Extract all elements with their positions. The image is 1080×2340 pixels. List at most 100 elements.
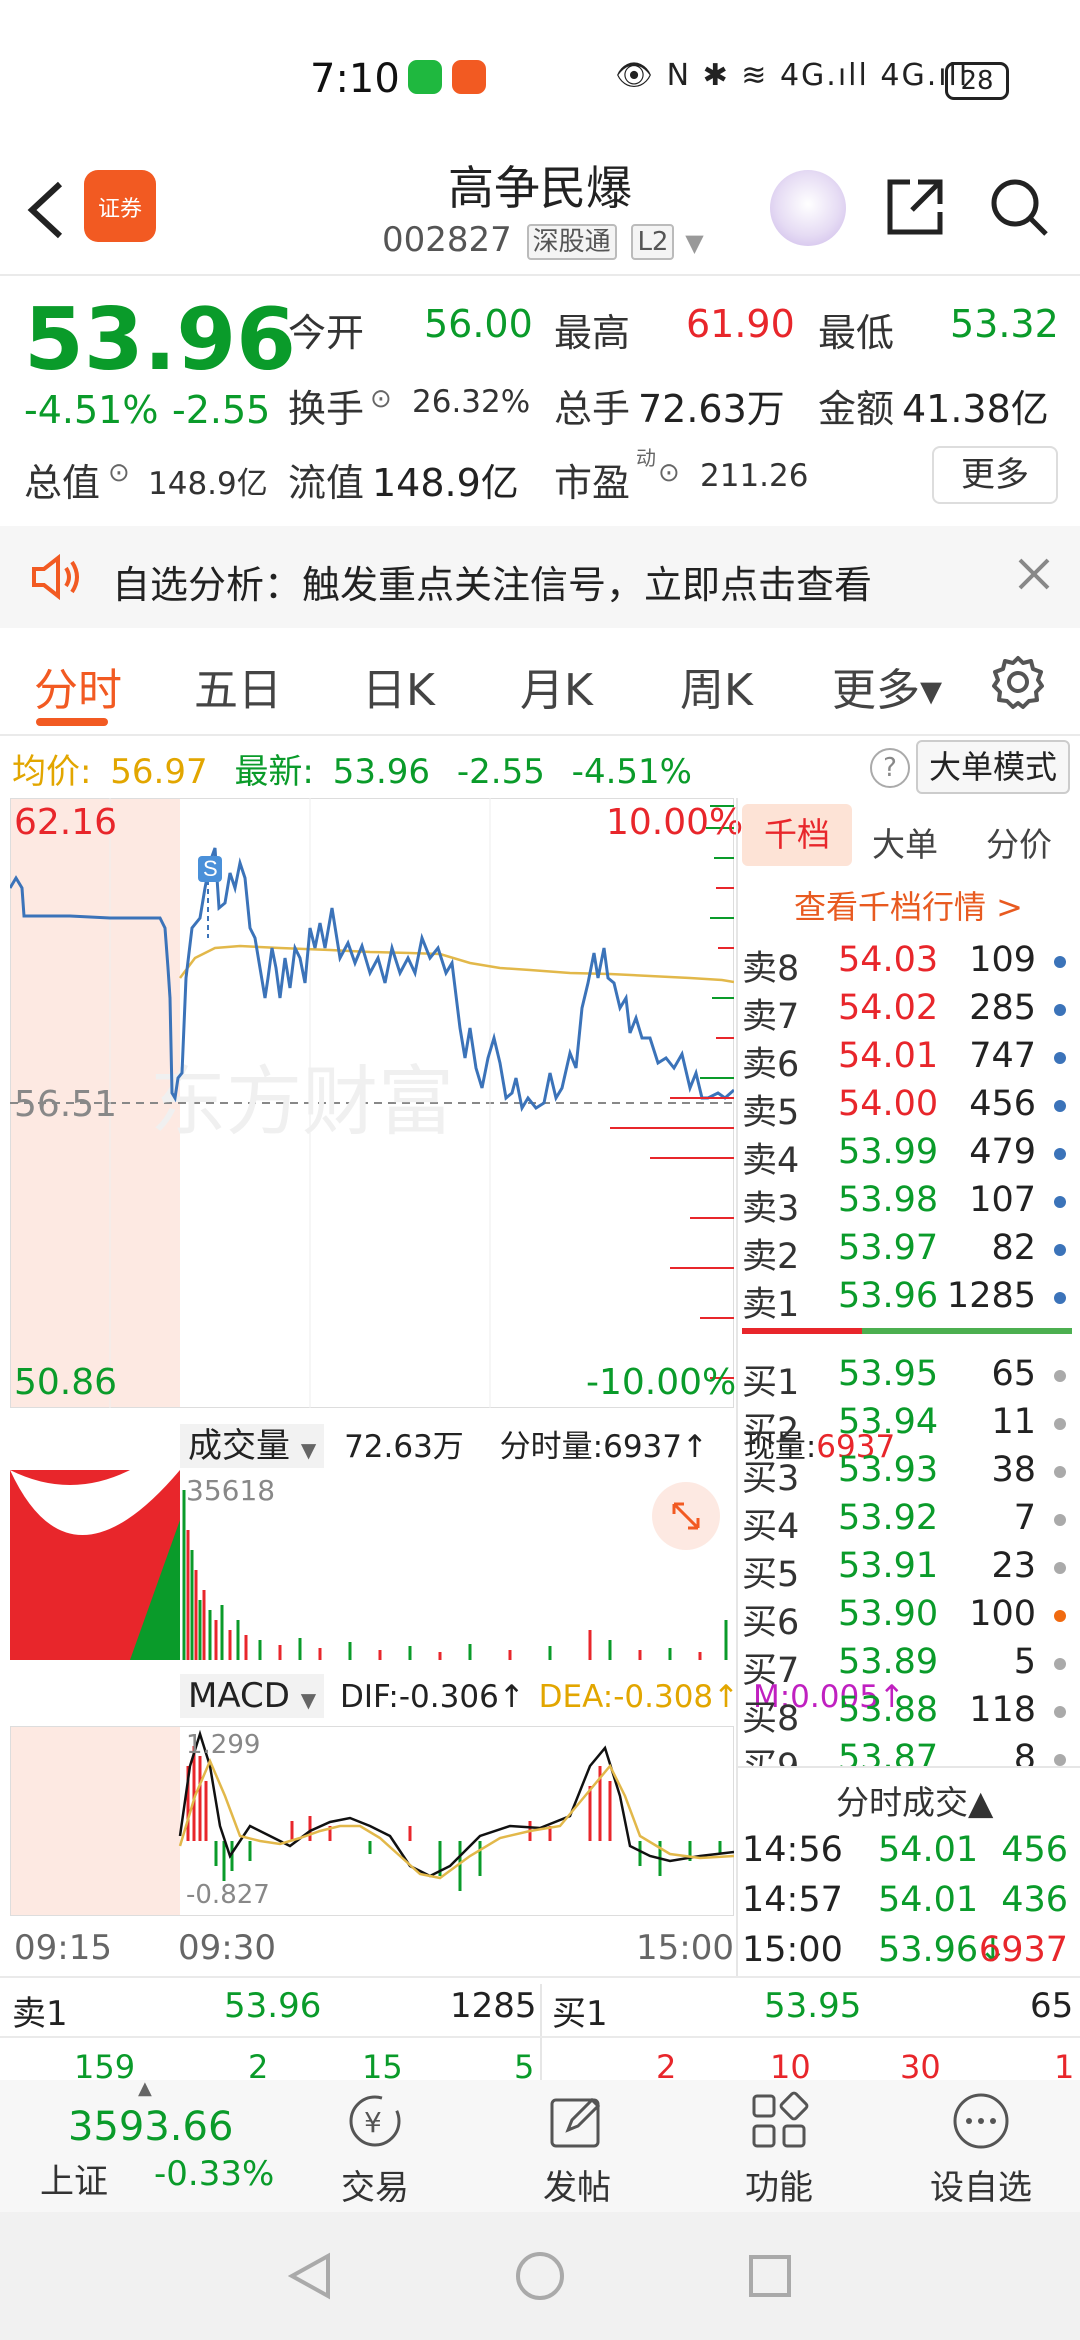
notice-text[interactable]: 自选分析：触发重点关注信号，立即点击查看 (112, 554, 872, 609)
chevron-up-icon[interactable]: ▲ (138, 2078, 152, 2099)
macd-chart[interactable] (10, 1726, 734, 1916)
macd-dif: DIF:-0.306↑ (339, 1679, 525, 1715)
latest-label: 最新: (234, 752, 314, 792)
float-label: 流值 (288, 461, 365, 505)
pe-label: 市盈 (554, 461, 631, 505)
gear-icon[interactable] (990, 654, 1046, 710)
tab-price-distribution[interactable]: 分价 (986, 818, 1052, 866)
ask-row[interactable]: 卖1 53.96 1285 (742, 1276, 1072, 1325)
nav-trade[interactable]: 交易 (310, 2160, 440, 2209)
high-value: 61.90 (686, 302, 795, 346)
macd-selector[interactable]: MACD ▼ (180, 1674, 325, 1718)
volume-chart[interactable] (10, 1470, 734, 1660)
ask-row[interactable]: 卖4 53.99 479 (742, 1132, 1072, 1181)
tab-more[interactable]: 更多▾ (832, 654, 942, 718)
nav-post[interactable]: 发帖 (512, 2160, 642, 2209)
volume-selector[interactable]: 成交量 ▼ (180, 1424, 325, 1468)
ask-row[interactable]: 卖3 53.98 107 (742, 1180, 1072, 1229)
battery-icon: 28 (945, 62, 1009, 100)
tab-intraday[interactable]: 分时 (34, 654, 122, 718)
functions-icon[interactable] (748, 2090, 810, 2152)
nav-back-icon[interactable] (288, 2252, 332, 2300)
y-axis-bottom: 50.86 (14, 1362, 118, 1403)
nav-add-watchlist[interactable]: 设自选 (916, 2160, 1046, 2209)
volume-total: 72.63万 (344, 1429, 464, 1465)
macd-dea: DEA:-0.308↑ (538, 1679, 740, 1715)
nav-recents-icon[interactable] (748, 2254, 792, 2298)
bid-row[interactable]: 买7 53.89 5 (742, 1642, 1072, 1691)
tick-row: 14:56 54.01 456 (742, 1830, 1068, 1870)
index-value[interactable]: 3593.66 (68, 2104, 233, 2150)
tab-monthly-k[interactable]: 月K (520, 654, 593, 718)
stock-code-row[interactable]: 002827 深股通 L2 ▼ (382, 220, 704, 260)
low-label: 最低 (818, 311, 895, 355)
info-icon[interactable]: ⊙ (370, 384, 392, 414)
tab-thousand-level[interactable]: 千档 (742, 804, 852, 866)
big-order-mode-button[interactable]: 大单模式 (916, 740, 1070, 794)
intraday-chart[interactable]: 东方财富 S (10, 798, 734, 1408)
float-value: 148.9亿 (372, 461, 519, 505)
pe-value: 211.26 (700, 458, 809, 494)
watermark-logo: 东方财富 (150, 1060, 454, 1145)
bid-row[interactable]: 买2 53.94 11 (742, 1402, 1072, 1451)
trade-icon[interactable]: ¥ (344, 2090, 406, 2152)
status-time: 7:10 (310, 56, 400, 102)
time-end: 15:00 (636, 1928, 734, 1968)
level1-ask-price: 53.96 (224, 1986, 322, 2026)
speaker-icon (32, 554, 79, 600)
close-icon[interactable] (1016, 556, 1052, 592)
y-axis-mid: 56.51 (14, 1084, 118, 1125)
thousand-level-link[interactable]: 查看千档行情 > (794, 882, 1023, 928)
divider (0, 2036, 1080, 2038)
right-edge-volume-bars (610, 805, 734, 1379)
info-icon[interactable]: ⊙ (658, 458, 680, 488)
nav-functions[interactable]: 功能 (714, 2160, 844, 2209)
bid-row[interactable]: 买3 53.93 38 (742, 1450, 1072, 1499)
ask-row[interactable]: 卖7 54.02 285 (742, 988, 1072, 1037)
volume-bars (182, 1490, 728, 1660)
order-book-ratio-bar (742, 1328, 1072, 1334)
ask-row[interactable]: 卖8 54.03 109 (742, 940, 1072, 989)
open-value: 56.00 (424, 302, 533, 346)
tab-daily-k[interactable]: 日K (362, 654, 435, 718)
tab-weekly-k[interactable]: 周K (680, 654, 753, 718)
add-watchlist-icon[interactable] (950, 2090, 1012, 2152)
connect-tag: 深股通 (526, 223, 617, 260)
macd-top: 1.299 (186, 1730, 261, 1760)
ask-row[interactable]: 卖2 53.97 82 (742, 1228, 1072, 1277)
post-icon[interactable] (546, 2090, 608, 2152)
bid-row[interactable]: 买953.878 (742, 1738, 1072, 1766)
tab-five-day[interactable]: 五日 (194, 654, 282, 718)
more-button[interactable]: 更多 (932, 446, 1058, 504)
info-icon[interactable]: ⊙ (108, 458, 130, 488)
tab-indicator (36, 718, 108, 726)
divider (736, 798, 738, 1978)
share-icon[interactable] (884, 176, 946, 238)
mktcap-value: 148.9亿 (148, 466, 268, 502)
latest-pct: -4.51% (571, 752, 692, 792)
pct-axis-top: 10.00% (606, 802, 744, 843)
robot-assistant-icon[interactable] (770, 170, 846, 246)
high-label: 最高 (554, 311, 631, 355)
search-icon[interactable] (988, 176, 1050, 238)
volume-label: 总手 (554, 387, 631, 431)
divider (738, 1766, 1080, 1768)
ticks-header[interactable]: 分时成交▲ (836, 1776, 993, 1824)
nav-home-icon[interactable] (514, 2250, 566, 2302)
bid-row[interactable]: 买6 53.90 100 (742, 1594, 1072, 1643)
bid-row[interactable]: 买4 53.92 7 (742, 1498, 1072, 1547)
bid-row[interactable]: 买1 53.95 65 (742, 1354, 1072, 1403)
tab-big-order[interactable]: 大单 (872, 818, 938, 866)
y-axis-top: 62.16 (14, 802, 118, 843)
amount-label: 金额 (818, 387, 895, 431)
latest-value: 53.96 (332, 752, 431, 792)
pe-superscript: 动 (636, 446, 656, 470)
bid-row[interactable]: 买8 53.88 118 (742, 1690, 1072, 1739)
chevron-down-icon: ▼ (685, 229, 704, 257)
level1-ask-label: 卖1 (12, 1994, 68, 2034)
ask-row[interactable]: 卖6 54.01 747 (742, 1036, 1072, 1085)
help-icon[interactable]: ? (870, 748, 910, 788)
bid-row[interactable]: 买5 53.91 23 (742, 1546, 1072, 1595)
ask-row[interactable]: 卖5 54.00 456 (742, 1084, 1072, 1133)
level1-ask-vol: 1285 (450, 1986, 537, 2026)
